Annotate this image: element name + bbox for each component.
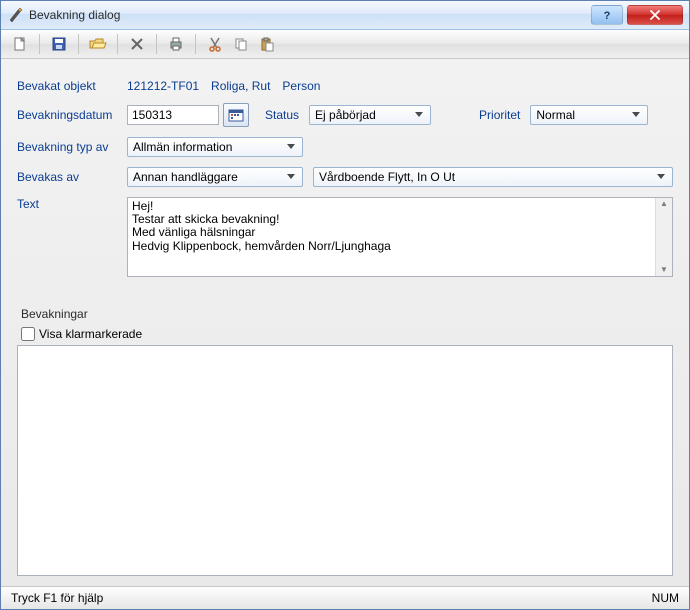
- toolbar: [1, 30, 689, 59]
- open-button[interactable]: [87, 33, 109, 55]
- titlebar: Bevakning dialog ?: [1, 1, 689, 30]
- priority-value: Normal: [536, 108, 575, 122]
- delete-button[interactable]: [126, 33, 148, 55]
- bevakningar-label: Bevakningar: [21, 307, 673, 321]
- type-select[interactable]: Allmän information: [127, 137, 303, 157]
- chevron-down-icon: [629, 108, 643, 122]
- close-button[interactable]: [627, 5, 683, 25]
- bevakningar-list[interactable]: [17, 345, 673, 576]
- scroll-down-icon: ▼: [660, 266, 668, 274]
- by-label: Bevakas av: [17, 170, 127, 184]
- form-panel: Bevakat objekt 121212-TF01 Roliga, Rut P…: [1, 59, 689, 586]
- window-title: Bevakning dialog: [29, 8, 120, 22]
- text-label: Text: [17, 197, 127, 211]
- save-button[interactable]: [48, 33, 70, 55]
- paste-button[interactable]: [256, 33, 278, 55]
- status-select[interactable]: Ej påbörjad: [309, 105, 431, 125]
- object-label: Bevakat objekt: [17, 79, 127, 93]
- org-select[interactable]: Vårdboende Flytt, In O Ut: [313, 167, 673, 187]
- text-area[interactable]: Hej! Testar att skicka bevakning! Med vä…: [127, 197, 673, 277]
- app-icon: [7, 7, 23, 23]
- date-input[interactable]: [127, 105, 219, 125]
- status-hint: Tryck F1 för hjälp: [11, 591, 652, 605]
- statusbar: Tryck F1 för hjälp NUM: [1, 586, 689, 609]
- chevron-down-icon: [284, 140, 298, 154]
- scrollbar[interactable]: ▲ ▼: [655, 198, 672, 276]
- date-label: Bevakningsdatum: [17, 108, 127, 122]
- handler-value: Annan handläggare: [133, 170, 238, 184]
- show-done-label: Visa klarmarkerade: [39, 327, 142, 341]
- copy-button[interactable]: [230, 33, 252, 55]
- handler-select[interactable]: Annan handläggare: [127, 167, 303, 187]
- show-done-checkbox[interactable]: [21, 327, 35, 341]
- priority-select[interactable]: Normal: [530, 105, 648, 125]
- new-button[interactable]: [9, 33, 31, 55]
- print-button[interactable]: [165, 33, 187, 55]
- object-id: 121212-TF01: [127, 79, 199, 93]
- chevron-down-icon: [284, 170, 298, 184]
- status-label: Status: [265, 108, 299, 122]
- org-value: Vårdboende Flytt, In O Ut: [319, 170, 455, 184]
- status-num: NUM: [652, 591, 679, 605]
- chevron-down-icon: [412, 108, 426, 122]
- cut-button[interactable]: [204, 33, 226, 55]
- type-label: Bevakning typ av: [17, 140, 127, 154]
- object-kind: Person: [282, 79, 320, 93]
- priority-label: Prioritet: [479, 108, 520, 122]
- calendar-button[interactable]: [223, 103, 249, 127]
- help-button[interactable]: ?: [591, 5, 623, 25]
- object-name: Roliga, Rut: [211, 79, 270, 93]
- chevron-down-icon: [654, 170, 668, 184]
- scroll-up-icon: ▲: [660, 200, 668, 208]
- text-content: Hej! Testar att skicka bevakning! Med vä…: [128, 198, 655, 276]
- svg-text:?: ?: [604, 10, 611, 21]
- status-value: Ej påbörjad: [315, 108, 376, 122]
- type-value: Allmän information: [133, 140, 232, 154]
